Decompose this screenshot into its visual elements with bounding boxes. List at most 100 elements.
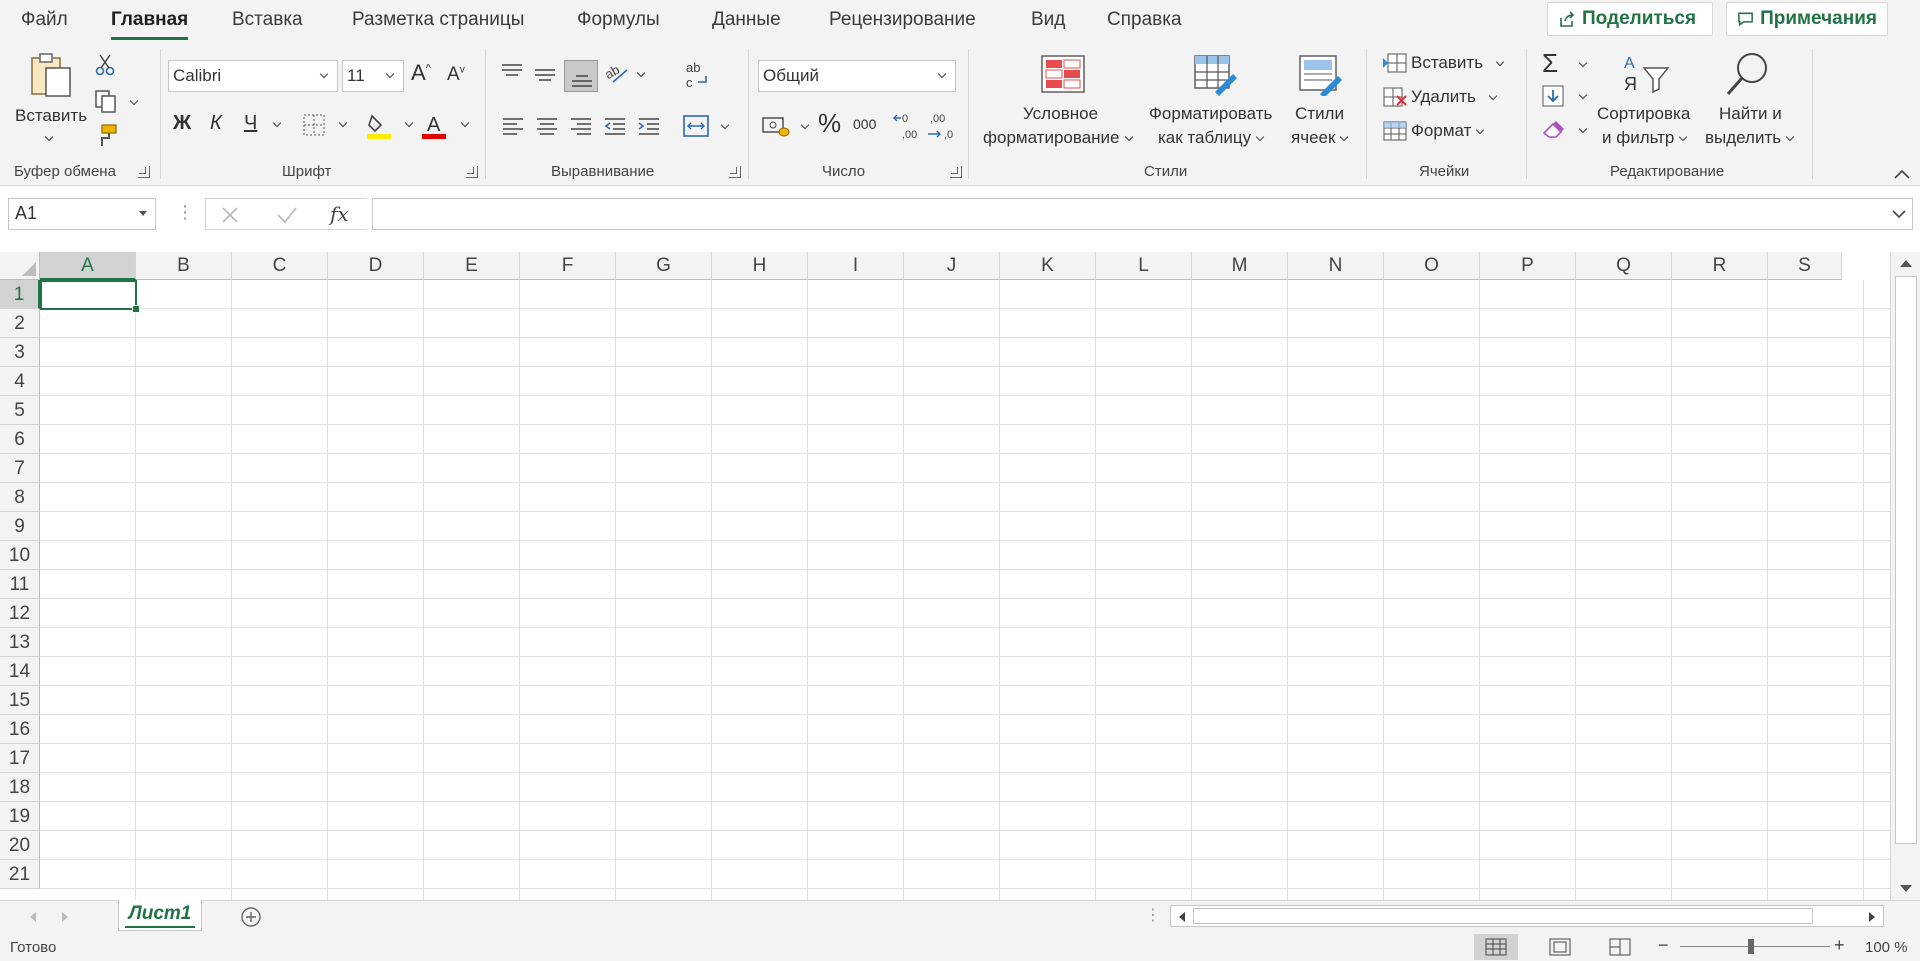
row-header-18[interactable]: 18: [0, 773, 40, 802]
column-header-s[interactable]: S: [1768, 252, 1842, 280]
find-select-line2[interactable]: выделить: [1705, 126, 1795, 150]
row-header-14[interactable]: 14: [0, 657, 40, 686]
tab-split-handle[interactable]: ⋮: [1145, 905, 1161, 925]
column-header-n[interactable]: N: [1288, 252, 1384, 280]
column-header-j[interactable]: J: [904, 252, 1000, 280]
tab-data[interactable]: Данные: [712, 9, 781, 31]
insert-cells-button[interactable]: Вставить: [1411, 53, 1505, 73]
column-header-r[interactable]: R: [1672, 252, 1768, 280]
add-sheet-icon[interactable]: [240, 906, 262, 928]
vertical-scrollbar[interactable]: [1890, 252, 1920, 900]
column-header-m[interactable]: M: [1192, 252, 1288, 280]
cell-grid[interactable]: [40, 280, 1890, 900]
cell-styles-line1[interactable]: Стили: [1295, 102, 1344, 126]
horizontal-scrollbar[interactable]: [1170, 905, 1884, 927]
paste-label[interactable]: Вставить: [15, 104, 87, 128]
italic-button[interactable]: К: [210, 112, 222, 135]
zoom-slider[interactable]: [1680, 946, 1830, 947]
tab-insert[interactable]: Вставка: [232, 9, 303, 31]
collapse-ribbon-icon[interactable]: [1893, 168, 1911, 180]
scroll-left-icon[interactable]: [1177, 911, 1187, 923]
sort-filter-line2[interactable]: и фильтр: [1602, 126, 1688, 150]
zoom-slider-thumb[interactable]: [1748, 939, 1754, 954]
row-header-9[interactable]: 9: [0, 512, 40, 541]
column-header-q[interactable]: Q: [1576, 252, 1672, 280]
conditional-formatting-icon[interactable]: [1040, 54, 1086, 94]
row-header-17[interactable]: 17: [0, 744, 40, 773]
find-select-line1[interactable]: Найти и: [1719, 102, 1782, 126]
chevron-down-icon[interactable]: [1578, 124, 1588, 134]
column-header-k[interactable]: K: [1000, 252, 1096, 280]
conditional-formatting-line2[interactable]: форматирование: [983, 126, 1133, 150]
font-name-select[interactable]: Calibri: [168, 60, 338, 92]
row-header-1[interactable]: 1: [0, 280, 40, 309]
merge-center-icon[interactable]: [683, 114, 709, 138]
name-box[interactable]: A1: [8, 198, 156, 230]
column-header-l[interactable]: L: [1096, 252, 1192, 280]
orientation-icon[interactable]: ab: [603, 60, 631, 86]
wrap-text-icon[interactable]: abc: [684, 60, 712, 90]
active-cell[interactable]: [40, 280, 140, 313]
comments-button[interactable]: Примечания: [1726, 2, 1888, 36]
increase-decimal-icon[interactable]: 0,00: [892, 110, 922, 142]
paste-icon[interactable]: [30, 52, 74, 103]
decrease-indent-icon[interactable]: [603, 116, 627, 138]
currency-format-icon[interactable]: [762, 114, 790, 138]
zoom-in-button[interactable]: +: [1834, 935, 1845, 956]
decrease-font-size-button[interactable]: Av: [447, 64, 465, 86]
align-middle-icon[interactable]: [533, 64, 557, 86]
sort-filter-icon[interactable]: АЯ: [1622, 50, 1670, 96]
row-header-11[interactable]: 11: [0, 570, 40, 599]
delete-cells-icon[interactable]: [1382, 86, 1408, 108]
row-header-19[interactable]: 19: [0, 802, 40, 831]
row-header-13[interactable]: 13: [0, 628, 40, 657]
chevron-down-icon[interactable]: [1578, 58, 1588, 68]
tab-formulas[interactable]: Формулы: [577, 9, 660, 31]
row-header-5[interactable]: 5: [0, 396, 40, 425]
next-sheet-icon[interactable]: [60, 911, 70, 923]
row-header-2[interactable]: 2: [0, 309, 40, 338]
chevron-down-icon[interactable]: [460, 118, 470, 128]
insert-cells-icon[interactable]: [1382, 52, 1408, 74]
align-top-icon[interactable]: [500, 62, 524, 84]
zoom-out-button[interactable]: −: [1658, 935, 1669, 956]
format-cells-button[interactable]: Формат: [1411, 121, 1485, 141]
normal-view-button[interactable]: [1474, 934, 1518, 960]
column-header-p[interactable]: P: [1480, 252, 1576, 280]
page-break-view-button[interactable]: [1598, 934, 1642, 960]
chevron-down-icon[interactable]: [404, 118, 414, 128]
column-header-g[interactable]: G: [616, 252, 712, 280]
page-layout-view-button[interactable]: [1538, 934, 1582, 960]
column-header-e[interactable]: E: [424, 252, 520, 280]
dialog-launcher-icon[interactable]: [950, 166, 962, 178]
row-header-4[interactable]: 4: [0, 367, 40, 396]
chevron-down-icon[interactable]: [800, 120, 810, 130]
column-header-c[interactable]: C: [232, 252, 328, 280]
chevron-down-icon[interactable]: [338, 118, 348, 128]
format-painter-icon[interactable]: [96, 124, 118, 148]
enter-icon[interactable]: [276, 205, 298, 225]
vertical-scroll-thumb[interactable]: [1895, 276, 1917, 844]
increase-indent-icon[interactable]: [637, 116, 661, 138]
delete-cells-button[interactable]: Удалить: [1411, 87, 1498, 107]
column-header-b[interactable]: B: [136, 252, 232, 280]
row-header-8[interactable]: 8: [0, 483, 40, 512]
row-header-20[interactable]: 20: [0, 831, 40, 860]
tab-review[interactable]: Рецензирование: [829, 9, 976, 31]
find-select-icon[interactable]: [1724, 50, 1772, 98]
row-header-16[interactable]: 16: [0, 715, 40, 744]
column-header-i[interactable]: I: [808, 252, 904, 280]
percent-style-button[interactable]: %: [818, 108, 841, 139]
chevron-down-icon[interactable]: [139, 211, 147, 216]
tab-help[interactable]: Справка: [1107, 9, 1182, 31]
tab-page-layout[interactable]: Разметка страницы: [352, 9, 524, 31]
column-header-a[interactable]: A: [40, 252, 136, 280]
column-header-f[interactable]: F: [520, 252, 616, 280]
more-options-icon[interactable]: ⋮: [176, 202, 194, 223]
sheet-tab-1[interactable]: Лист1: [118, 900, 202, 931]
cell-styles-line2[interactable]: ячеек: [1291, 126, 1349, 150]
bold-button[interactable]: Ж: [173, 112, 191, 135]
select-all-corner[interactable]: [0, 252, 40, 280]
tab-home[interactable]: Главная: [111, 9, 189, 40]
scroll-down-icon[interactable]: [1899, 884, 1913, 894]
